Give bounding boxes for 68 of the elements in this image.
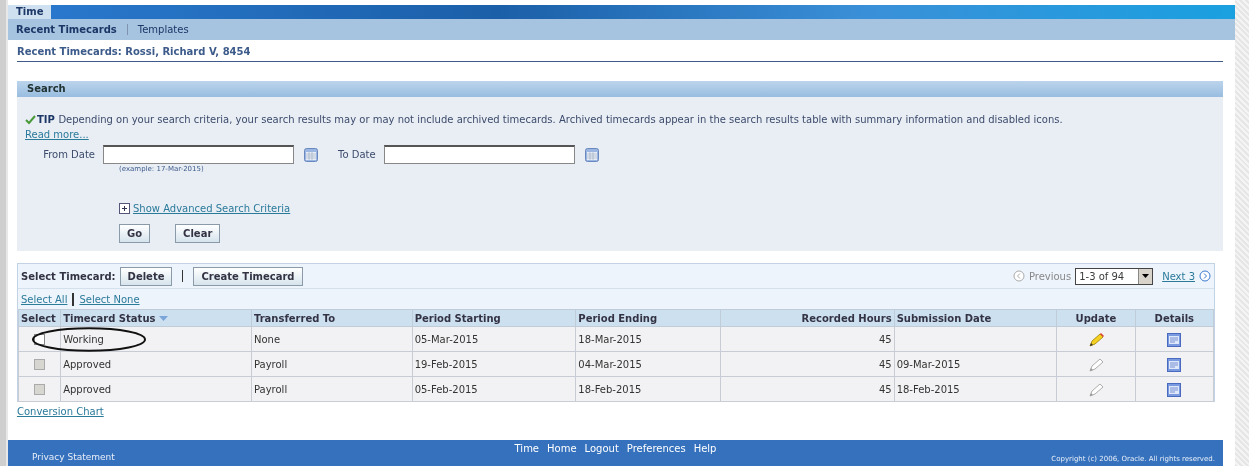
- table-cell: 04-Mar-2015: [575, 351, 721, 377]
- pencil-icon[interactable]: [1087, 332, 1104, 347]
- read-more-link[interactable]: Read more...: [25, 129, 89, 140]
- column-header: Period Ending: [575, 309, 721, 327]
- calendar-icon[interactable]: [584, 147, 599, 162]
- table-cell: 45: [720, 326, 895, 352]
- toolbar-button[interactable]: Delete: [119, 266, 173, 286]
- table-cell: 45: [720, 351, 895, 377]
- table-cell: 19-Feb-2015: [412, 351, 576, 377]
- column-header: Period Starting: [412, 309, 576, 327]
- previous-icon: [1012, 270, 1025, 282]
- toolbar-button[interactable]: Create Timecard: [193, 266, 303, 286]
- column-header: Select: [18, 309, 61, 327]
- advanced-search-link[interactable]: Show Advanced Search Criteria: [133, 200, 291, 216]
- column-header: Recorded Hours: [720, 309, 895, 327]
- details-icon[interactable]: [1167, 332, 1182, 347]
- table-cell: 05-Mar-2015: [412, 326, 576, 352]
- table-cell: 18-Feb-2015: [894, 376, 1057, 402]
- dropdown-icon[interactable]: [1142, 274, 1150, 278]
- field-label: From Date: [42, 148, 96, 162]
- table-cell: Approved: [60, 351, 252, 377]
- privacy-link[interactable]: Privacy Statement: [32, 453, 115, 462]
- from-date-field[interactable]: [103, 145, 294, 164]
- time-tab[interactable]: Time: [8, 5, 52, 19]
- section-header: Search: [17, 81, 1223, 97]
- search-button[interactable]: Clear: [175, 223, 221, 243]
- subtab[interactable]: Templates: [137, 22, 189, 37]
- to-date-field[interactable]: [383, 145, 575, 164]
- table-cell: 09-Mar-2015: [894, 351, 1057, 377]
- footer-link[interactable]: Home: [547, 441, 577, 456]
- select-link[interactable]: Select All: [21, 291, 68, 307]
- table-cell: Payroll: [251, 376, 413, 402]
- select-value: 1-3 of 94: [1079, 269, 1125, 284]
- footer-link[interactable]: Preferences: [626, 441, 686, 456]
- table-cell: 18-Mar-2015: [575, 326, 721, 352]
- subtab[interactable]: Recent Timecards: [16, 22, 117, 37]
- conversion-chart-link[interactable]: Conversion Chart: [17, 404, 1235, 419]
- table-cell: 18-Feb-2015: [575, 376, 721, 402]
- table-cell: 05-Feb-2015: [412, 376, 576, 402]
- table-cell: Approved: [60, 376, 252, 402]
- tip-label: TIP: [37, 113, 55, 127]
- next-link[interactable]: Next 3: [1162, 268, 1195, 284]
- table-cell: None: [251, 326, 413, 352]
- column-header: Update: [1056, 309, 1136, 327]
- details-icon[interactable]: [1167, 357, 1182, 372]
- column-header: Details: [1135, 309, 1214, 327]
- toolbar-label: Select Timecard:: [21, 269, 116, 284]
- footer-link[interactable]: Help: [693, 441, 717, 456]
- column-header: Transferred To: [251, 309, 413, 327]
- table-cell: 45: [720, 376, 895, 402]
- details-icon[interactable]: [1167, 382, 1182, 397]
- footer-link[interactable]: Logout: [584, 441, 619, 456]
- expand-icon[interactable]: [119, 202, 130, 214]
- scrollbar[interactable]: [1235, 0, 1249, 466]
- next-icon[interactable]: [1199, 270, 1211, 282]
- page-title: Recent Timecards: Rossi, Richard V, 8454: [17, 44, 1223, 62]
- footer-link[interactable]: Time: [514, 441, 540, 456]
- range-select[interactable]: 1-3 of 94: [1075, 267, 1154, 285]
- column-header[interactable]: Timecard Status: [60, 309, 252, 327]
- checkmark-icon: [25, 114, 36, 125]
- tip-text: Depending on your search criteria, your search results may or may not include archived timecards. Archived timecards appear in the search results table with summary information and disabled icons.: [58, 113, 1063, 127]
- calendar-icon[interactable]: [304, 147, 318, 162]
- table-cell: Payroll: [251, 351, 413, 377]
- column-header: Submission Date: [894, 309, 1057, 327]
- field-label: To Date: [338, 148, 377, 162]
- row-checkbox[interactable]: [34, 334, 45, 345]
- search-button[interactable]: Go: [119, 223, 151, 243]
- select-link[interactable]: Select None: [79, 291, 140, 307]
